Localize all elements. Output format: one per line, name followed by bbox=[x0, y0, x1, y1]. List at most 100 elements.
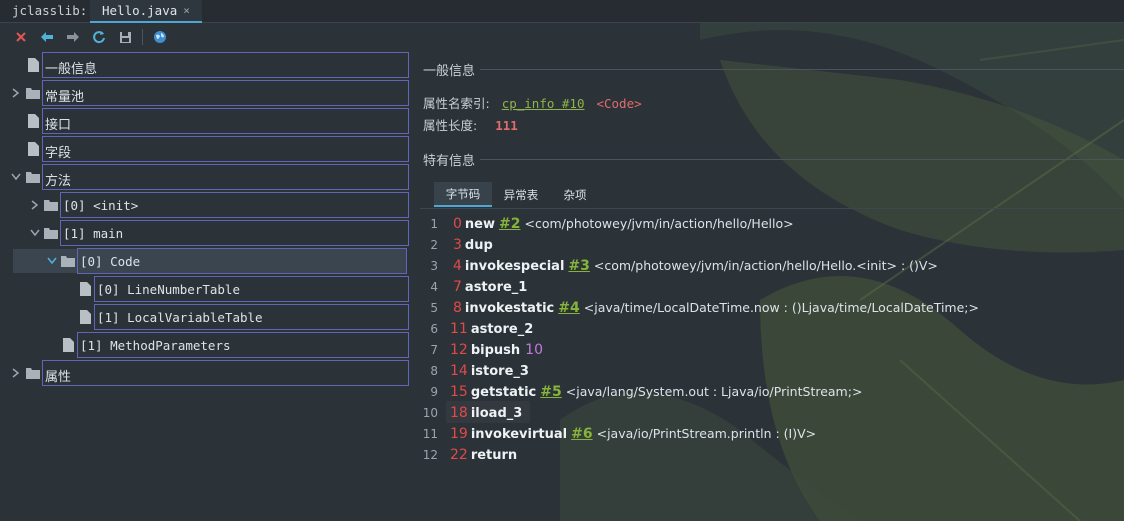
bytecode-offset: 3 bbox=[453, 236, 462, 253]
folder-icon bbox=[26, 367, 40, 381]
folder-icon bbox=[44, 227, 58, 241]
tree-node-constant-pool[interactable]: 常量池 bbox=[0, 80, 410, 106]
back-icon[interactable] bbox=[34, 24, 60, 50]
tree-label: 属性 bbox=[45, 370, 72, 385]
opcode: return bbox=[470, 447, 518, 463]
attribute-length-value: 111 bbox=[495, 118, 518, 133]
section-divider bbox=[480, 159, 1124, 160]
tree-node-box bbox=[42, 108, 409, 134]
bytecode-offset: 12 bbox=[450, 341, 468, 358]
line-number: 3 bbox=[430, 258, 438, 273]
reference-comment: <java/lang/System.out : Ljava/io/PrintSt… bbox=[565, 383, 863, 399]
tree-label: 方法 bbox=[45, 174, 72, 189]
cp-info-link[interactable]: cp_info #10 bbox=[502, 96, 585, 111]
bytecode-offset: 8 bbox=[453, 299, 462, 316]
tree-label: 常量池 bbox=[45, 90, 85, 105]
tool-window-title: jclasslib: bbox=[12, 3, 88, 18]
tree-label: [0] Code bbox=[80, 254, 141, 269]
chevron-down-icon[interactable] bbox=[46, 255, 58, 267]
bytecode-offset: 4 bbox=[453, 257, 462, 274]
line-number: 12 bbox=[422, 447, 438, 462]
line-number: 9 bbox=[430, 384, 438, 399]
constant-pool-reference[interactable]: #6 bbox=[571, 426, 592, 442]
tab-exception-table[interactable]: 异常表 bbox=[492, 182, 550, 207]
tree-node-box bbox=[42, 52, 409, 78]
line-number: 1 bbox=[430, 216, 438, 231]
save-icon[interactable] bbox=[112, 24, 138, 50]
tree-node-methods[interactable]: 方法 bbox=[0, 164, 410, 190]
line-number: 7 bbox=[430, 342, 438, 357]
refresh-icon[interactable] bbox=[86, 24, 112, 50]
file-icon bbox=[27, 142, 41, 156]
tab-close-icon[interactable]: × bbox=[183, 4, 190, 17]
tab-label: Hello.java bbox=[102, 3, 178, 18]
tab-bytecode[interactable]: 字节码 bbox=[434, 182, 492, 207]
tree-node-method-main[interactable]: [1] main bbox=[0, 220, 410, 246]
editor-tab-bar: jclasslib: Hello.java × bbox=[0, 0, 1124, 23]
opcode: getstatic bbox=[470, 384, 537, 400]
constant-pool-reference[interactable]: #2 bbox=[499, 216, 520, 232]
tree-node-interfaces[interactable]: 接口 bbox=[0, 108, 410, 134]
tree-node-method-init[interactable]: [0] <init> bbox=[0, 192, 410, 218]
bytecode-offset: 11 bbox=[450, 320, 468, 337]
opcode: bipush bbox=[470, 342, 521, 358]
chevron-down-icon[interactable] bbox=[29, 227, 41, 239]
folder-icon bbox=[44, 199, 58, 213]
tree-node-code[interactable]: [0] Code bbox=[0, 248, 410, 274]
line-number: 6 bbox=[430, 321, 438, 336]
reference-comment: <java/io/PrintStream.println : (I)V> bbox=[596, 425, 817, 441]
constant-pool-reference[interactable]: #4 bbox=[558, 300, 579, 316]
bytecode-offset: 0 bbox=[453, 215, 462, 232]
tree-node-attributes[interactable]: 属性 bbox=[0, 360, 410, 386]
reference-comment: <java/time/LocalDateTime.now : ()Ljava/t… bbox=[583, 299, 979, 315]
chevron-right-icon[interactable] bbox=[10, 367, 22, 379]
section-divider bbox=[480, 69, 1124, 70]
forward-icon[interactable] bbox=[60, 24, 86, 50]
tree-node-box bbox=[42, 360, 409, 386]
close-icon[interactable] bbox=[8, 24, 34, 50]
folder-icon bbox=[61, 255, 75, 269]
bytecode-offset: 22 bbox=[450, 446, 468, 463]
opcode: invokestatic bbox=[464, 300, 555, 316]
bytecode-offset: 7 bbox=[453, 278, 462, 295]
opcode: invokevirtual bbox=[470, 426, 568, 442]
tab-hello-java[interactable]: Hello.java × bbox=[90, 0, 202, 23]
tree-label: [0] LineNumberTable bbox=[97, 282, 240, 297]
folder-icon bbox=[26, 171, 40, 185]
tree-label: [1] main bbox=[63, 226, 124, 241]
file-icon bbox=[27, 58, 41, 72]
tree-label: [1] MethodParameters bbox=[80, 338, 231, 353]
toolbar-separator bbox=[142, 29, 143, 45]
tree-label: [0] <init> bbox=[63, 198, 139, 213]
tree-node-line-number-table[interactable]: [0] LineNumberTable bbox=[0, 276, 410, 302]
opcode: new bbox=[464, 216, 496, 232]
toolbar bbox=[0, 24, 1124, 50]
tree-node-general[interactable]: 一般信息 bbox=[0, 52, 410, 78]
web-icon[interactable] bbox=[147, 24, 173, 50]
constant-pool-reference[interactable]: #5 bbox=[540, 384, 561, 400]
chevron-right-icon[interactable] bbox=[10, 87, 22, 99]
tree-node-box bbox=[42, 164, 409, 190]
attribute-name-index-row: 属性名索引: cp_info #10 <Code> bbox=[423, 93, 642, 112]
constant-pool-reference[interactable]: #3 bbox=[568, 258, 589, 274]
chevron-down-icon[interactable] bbox=[10, 171, 22, 183]
opcode: astore_1 bbox=[464, 279, 528, 295]
line-number: 11 bbox=[422, 426, 438, 441]
tree-node-box bbox=[42, 136, 409, 162]
reference-comment: <com/photowey/jvm/in/action/hello/Hello.… bbox=[593, 257, 938, 273]
tab-misc[interactable]: 杂项 bbox=[550, 182, 600, 207]
section-header-general: 一般信息 bbox=[423, 64, 476, 79]
section-header-specific: 特有信息 bbox=[423, 154, 476, 169]
line-number: 2 bbox=[430, 237, 438, 252]
opcode: dup bbox=[464, 237, 493, 253]
attribute-name-value: <Code> bbox=[596, 96, 642, 111]
tree-node-box bbox=[42, 80, 409, 106]
file-icon bbox=[62, 338, 76, 352]
tree-label: 一般信息 bbox=[45, 62, 98, 77]
tree-node-local-variable-table[interactable]: [1] LocalVariableTable bbox=[0, 304, 410, 330]
opcode: istore_3 bbox=[470, 363, 529, 379]
tree-node-method-parameters[interactable]: [1] MethodParameters bbox=[0, 332, 410, 358]
tree-node-fields[interactable]: 字段 bbox=[0, 136, 410, 162]
chevron-right-icon[interactable] bbox=[29, 199, 41, 211]
line-number: 5 bbox=[430, 300, 438, 315]
